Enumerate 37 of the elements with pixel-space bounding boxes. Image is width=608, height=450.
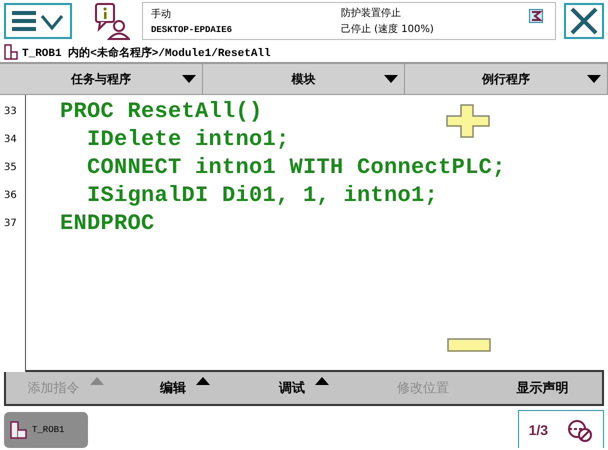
operating-mode: 手动 [151, 8, 172, 21]
dropdown-arrow-icon [182, 75, 196, 83]
run-state: 己停止 (速度 100%) [341, 22, 435, 36]
main-menu-button[interactable] [4, 3, 72, 39]
quickset-button[interactable]: 1/3 [518, 410, 604, 448]
code-line[interactable]: ENDPROC [33, 210, 155, 236]
command-button[interactable]: 调试 [244, 372, 364, 404]
dropdown-arrow-icon [587, 75, 602, 83]
selector-tab[interactable]: 模块 [202, 64, 406, 94]
program-editor-icon [4, 44, 18, 60]
close-button[interactable] [564, 3, 604, 39]
code-line[interactable]: ISignalDI Di01, 1, intno1; [33, 182, 438, 208]
line-number: 33 [3, 106, 18, 116]
taskbar-button[interactable]: T_ROB1 [4, 412, 88, 448]
status-panel[interactable]: 手动 DESKTOP-EPDAIE6 防护装置停止 己停止 (速度 100%) [142, 2, 556, 40]
selector-tab[interactable]: 任务与程序 [0, 64, 203, 94]
program-status-icon [529, 9, 543, 23]
menu-icon [10, 8, 66, 34]
dropdown-arrow-icon [384, 75, 398, 83]
close-icon [568, 5, 600, 37]
zoom-out-button[interactable] [447, 338, 491, 352]
line-number: 35 [3, 162, 18, 172]
code-line[interactable]: IDelete intno1; [33, 126, 290, 152]
command-button[interactable]: 显示声明 [482, 372, 602, 404]
safety-state: 防护装置停止 [341, 6, 402, 20]
line-number: 34 [3, 134, 18, 144]
system-name: DESKTOP-EPDAIE6 [151, 25, 234, 35]
zoom-in-button[interactable] [445, 103, 491, 139]
line-number: 37 [3, 218, 18, 228]
code-line[interactable]: CONNECT intno1 WITH ConnectPLC; [33, 154, 506, 180]
event-log-icon[interactable] [94, 2, 130, 40]
code-line[interactable]: PROC ResetAll() [33, 98, 263, 124]
line-number: 36 [3, 190, 18, 200]
selector-tab[interactable]: 例行程序 [405, 64, 608, 94]
command-button[interactable]: 编辑 [125, 372, 244, 404]
program-editor-icon [10, 421, 28, 439]
program-path: T_ROB1 内的<未命名程序>/Module1/ResetAll [22, 46, 271, 60]
